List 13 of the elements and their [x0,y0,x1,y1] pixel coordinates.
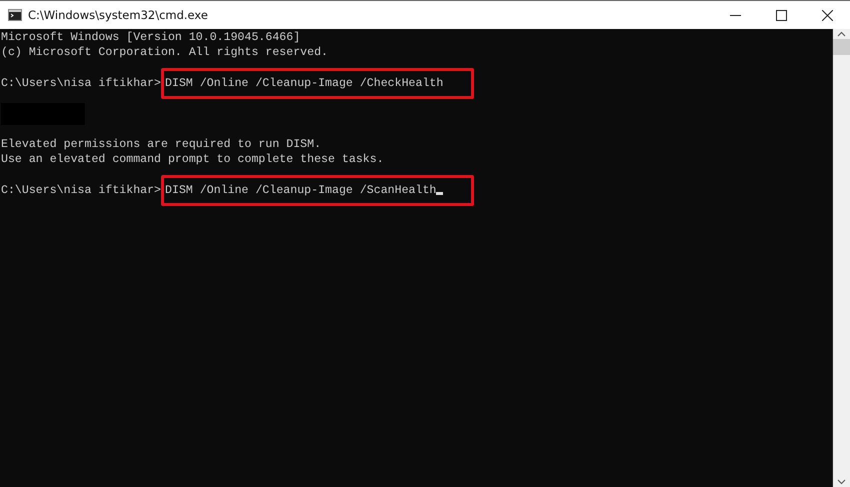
maximize-icon [776,10,786,20]
command-prompt: C:\Users\nisa iftikhar> [1,76,162,90]
window-title: C:\Windows\system32\cmd.exe [28,8,208,22]
console-text: Microsoft Windows [Version 10.0.19045.6466] [1,31,300,44]
console-icon [8,9,22,21]
close-icon [822,10,832,20]
command-text: DISM /Online /Cleanup-Image /ScanHealth [165,184,436,197]
scroll-thumb[interactable] [833,39,850,55]
command-prompt: C:\Users\nisa iftikhar> [1,184,162,197]
console-text: Use an elevated command prompt to complete these tasks. [1,153,384,166]
command-text: DISM /Online /Cleanup-Image /CheckHealth [165,76,444,90]
console-text: Elevated permissions are required to run DISM. [1,138,322,152]
console-text: (c) Microsoft Corporation. All rights reserved. [1,46,328,60]
